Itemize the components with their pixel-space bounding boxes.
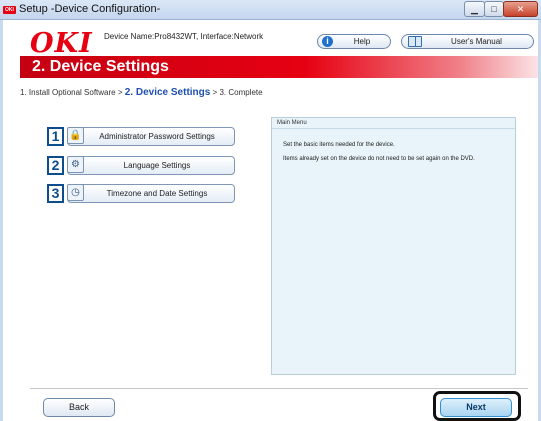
section-banner: 2. Device Settings — [20, 56, 538, 78]
panel-title: Main Menu — [277, 120, 307, 126]
breadcrumb-step-1: 1. Install Optional Software > — [20, 88, 125, 97]
title-bar: OKI Setup -Device Configuration- ▁ □ ✕ — [0, 0, 541, 20]
back-button[interactable]: Back — [43, 398, 115, 417]
maximize-button[interactable]: □ — [484, 1, 504, 17]
breadcrumb-current: 2. Device Settings — [124, 87, 211, 98]
language-settings-button[interactable]: ⚙ Language Settings — [67, 156, 235, 175]
panel-description-2: Items already set on the device do not n… — [283, 156, 475, 162]
step-number-1: 1 — [47, 127, 64, 146]
help-button[interactable]: i Help — [317, 34, 391, 49]
users-manual-button[interactable]: User's Manual — [401, 34, 534, 49]
breadcrumb: 1. Install Optional Software > 2. Device… — [20, 87, 263, 98]
next-button[interactable]: Next — [440, 398, 512, 417]
timezone-date-settings-button[interactable]: ◷ Timezone and Date Settings — [67, 184, 235, 203]
app-logo-icon: OKI — [3, 6, 16, 14]
window-title: Setup -Device Configuration- — [19, 3, 161, 15]
help-label: Help — [353, 37, 371, 46]
administrator-password-settings-button[interactable]: 🔒 Administrator Password Settings — [67, 127, 235, 146]
window-frame-left — [0, 20, 3, 421]
manual-book-icon — [408, 36, 422, 47]
step-number-3: 3 — [47, 184, 64, 203]
breadcrumb-step-3: > 3. Complete — [210, 88, 263, 97]
close-button[interactable]: ✕ — [503, 1, 538, 17]
main-menu-panel: Main Menu Set the basic items needed for… — [271, 117, 516, 375]
language-settings-label: Language Settings — [123, 161, 191, 170]
panel-description-1: Set the basic items needed for the devic… — [283, 142, 395, 148]
step-number-2: 2 — [47, 156, 64, 175]
administrator-password-settings-label: Administrator Password Settings — [99, 132, 215, 141]
users-manual-label: User's Manual — [451, 37, 502, 46]
oki-logo: OKI — [30, 28, 93, 59]
timezone-date-settings-label: Timezone and Date Settings — [106, 189, 208, 198]
minimize-button[interactable]: ▁ — [464, 1, 485, 17]
info-icon: i — [322, 36, 333, 47]
panel-divider — [272, 128, 515, 129]
language-icon: ⚙ — [67, 156, 84, 173]
device-info: Device Name:Pro8432WT, Interface:Network — [104, 32, 264, 41]
page-title: 2. Device Settings — [32, 58, 169, 75]
footer-divider — [30, 388, 528, 389]
clock-icon: ◷ — [67, 184, 84, 201]
lock-icon: 🔒 — [67, 127, 84, 144]
